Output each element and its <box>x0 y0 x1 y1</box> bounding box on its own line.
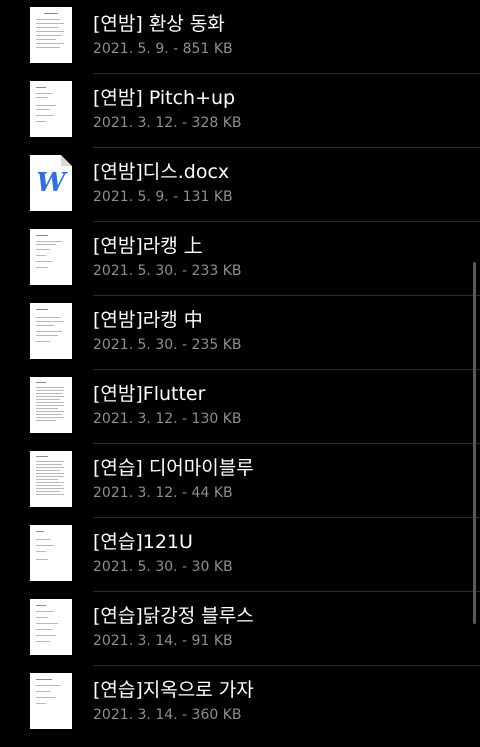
file-row-5[interactable]: [연밤]라캥 中 2021. 5. 30. - 235 KB <box>0 296 480 370</box>
file-row-3[interactable]: W [연밤]디스.docx 2021. 5. 9. - 131 KB <box>0 148 480 222</box>
file-row-1[interactable]: [연밤] 환상 동화 2021. 5. 9. - 851 KB <box>0 0 480 74</box>
file-meta: 2021. 3. 14. - 360 KB <box>93 707 242 723</box>
file-title: [연밤]라캥 中 <box>93 309 203 331</box>
document-thumbnail-icon <box>30 229 72 285</box>
file-title: [연밤] 환상 동화 <box>93 13 225 35</box>
file-title: [연습]지옥으로 가자 <box>93 679 254 701</box>
file-row-4[interactable]: [연밤]라캥 上 2021. 5. 30. - 233 KB <box>0 222 480 296</box>
page-fold-corner <box>61 155 72 166</box>
file-title: [연습] 디어마이블루 <box>93 457 254 479</box>
file-meta: 2021. 5. 9. - 131 KB <box>93 189 233 205</box>
file-title: [연밤]디스.docx <box>93 161 230 183</box>
file-meta: 2021. 5. 30. - 30 KB <box>93 559 233 575</box>
document-thumbnail-icon <box>30 673 72 729</box>
document-thumbnail-icon <box>30 599 72 655</box>
file-meta: 2021. 5. 9. - 851 KB <box>93 41 233 57</box>
file-title: [연밤] Pitch+up <box>93 87 236 109</box>
vertical-scrollbar[interactable] <box>473 262 476 624</box>
file-row-7[interactable]: [연습] 디어마이블루 2021. 3. 12. - 44 KB <box>0 444 480 518</box>
word-document-icon: W <box>30 155 72 211</box>
file-title: [연밤]Flutter <box>93 383 206 405</box>
file-title: [연습]닭강정 블루스 <box>93 605 254 627</box>
file-row-10[interactable]: [연습]지옥으로 가자 2021. 3. 14. - 360 KB <box>0 666 480 740</box>
document-thumbnail-icon <box>30 303 72 359</box>
file-row-9[interactable]: [연습]닭강정 블루스 2021. 3. 14. - 91 KB <box>0 592 480 666</box>
word-letter: W <box>36 168 66 198</box>
file-meta: 2021. 3. 12. - 130 KB <box>93 411 242 427</box>
document-thumbnail-icon <box>30 377 72 433</box>
file-row-8[interactable]: [연습]121U 2021. 5. 30. - 30 KB <box>0 518 480 592</box>
document-thumbnail-icon <box>30 81 72 137</box>
file-meta: 2021. 3. 12. - 328 KB <box>93 115 242 131</box>
file-row-6[interactable]: [연밤]Flutter 2021. 3. 12. - 130 KB <box>0 370 480 444</box>
file-meta: 2021. 3. 12. - 44 KB <box>93 485 233 501</box>
file-title: [연밤]라캥 上 <box>93 235 203 257</box>
file-row-2[interactable]: [연밤] Pitch+up 2021. 3. 12. - 328 KB <box>0 74 480 148</box>
file-meta: 2021. 5. 30. - 233 KB <box>93 263 242 279</box>
document-thumbnail-icon <box>30 7 72 63</box>
file-list: [연밤] 환상 동화 2021. 5. 9. - 851 KB [연밤] Pit… <box>0 0 480 747</box>
file-meta: 2021. 3. 14. - 91 KB <box>93 633 233 649</box>
file-title: [연습]121U <box>93 531 193 553</box>
document-thumbnail-icon <box>30 451 72 507</box>
file-meta: 2021. 5. 30. - 235 KB <box>93 337 242 353</box>
document-thumbnail-icon <box>30 525 72 581</box>
